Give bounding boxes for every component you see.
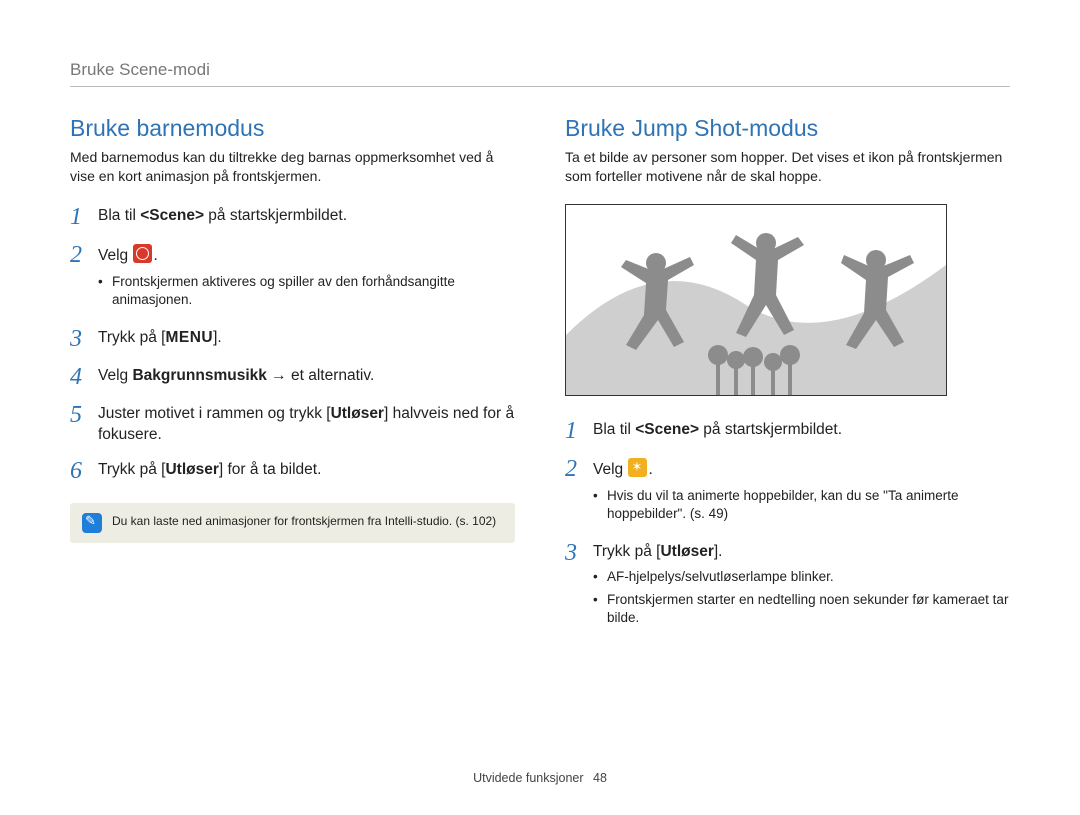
step-5: 5 Juster motivet i rammen og trykk [Utlø… [70, 402, 515, 446]
bullet: AF-hjelpelys/selvutløserlampe blinker. [593, 568, 1010, 586]
text: → et alternativ. [267, 367, 374, 384]
section-title-left: Bruke barnemodus [70, 115, 515, 142]
step-text: Bla til <Scene> på startskjermbildet. [593, 418, 842, 441]
text: Velg [98, 367, 132, 384]
step-text: Velg Bakgrunnsmusikk → et alternativ. [98, 364, 374, 387]
steps-list-right: 1 Bla til <Scene> på startskjermbildet. … [565, 418, 1010, 631]
section-lead-left: Med barnemodus kan du tiltrekke deg barn… [70, 148, 515, 186]
right-column: Bruke Jump Shot-modus Ta et bilde av per… [565, 115, 1010, 643]
step-number: 5 [70, 402, 98, 428]
breadcrumb: Bruke Scene-modi [70, 60, 1010, 80]
section-title-right: Bruke Jump Shot-modus [565, 115, 1010, 142]
text: ]. [213, 329, 222, 346]
steps-list-left: 1 Bla til <Scene> på startskjermbildet. … [70, 204, 515, 485]
text: på startskjermbildet. [699, 421, 842, 438]
text: Velg [98, 247, 132, 264]
step-text: Trykk på [Utløser] for å ta bildet. [98, 458, 321, 481]
step-3: 3 Trykk på [Utløser]. AF-hjelpelys/selvu… [565, 540, 1010, 632]
manual-page: Bruke Scene-modi Bruke barnemodus Med ba… [0, 0, 1080, 643]
text: Juster motivet i rammen og trykk [ [98, 405, 331, 422]
text: Bla til [98, 207, 140, 224]
footer-text: Utvidede funksjoner [473, 771, 583, 785]
text: . [648, 461, 652, 478]
shutter-label: Utløser [165, 461, 218, 478]
page-number: 48 [593, 771, 607, 785]
step-number: 3 [70, 326, 98, 352]
step-number: 1 [565, 418, 593, 444]
section-lead-right: Ta et bilde av personer som hopper. Det … [565, 148, 1010, 186]
step-6: 6 Trykk på [Utløser] for å ta bildet. [70, 458, 515, 484]
note-box: Du kan laste ned animasjoner for frontsk… [70, 503, 515, 543]
shutter-label: Utløser [331, 405, 384, 422]
note-icon [82, 513, 102, 533]
bold-label: Bakgrunnsmusikk [132, 367, 266, 384]
left-column: Bruke barnemodus Med barnemodus kan du t… [70, 115, 515, 643]
scene-label: <Scene> [140, 207, 204, 224]
bullet: Frontskjermen starter en nedtelling noen… [593, 591, 1010, 627]
text: Trykk på [ [98, 329, 165, 346]
step-number: 3 [565, 540, 593, 566]
step-number: 6 [70, 458, 98, 484]
text: ] for å ta bildet. [219, 461, 322, 478]
step-text: Velg . Hvis du vil ta animerte hoppebild… [593, 456, 1010, 527]
jump-shot-icon [628, 458, 647, 477]
bullet: Frontskjermen aktiveres og spiller av de… [98, 273, 515, 309]
step-number: 2 [565, 456, 593, 482]
text: Velg [593, 461, 627, 478]
menu-button-label: MENU [165, 329, 213, 346]
step-2: 2 Velg . Hvis du vil ta animerte hoppebi… [565, 456, 1010, 527]
step-text: Bla til <Scene> på startskjermbildet. [98, 204, 347, 227]
step-number: 2 [70, 242, 98, 268]
shutter-label: Utløser [660, 543, 713, 560]
step-text: Velg . Frontskjermen aktiveres og spille… [98, 242, 515, 313]
step-2: 2 Velg . Frontskjermen aktiveres og spil… [70, 242, 515, 313]
text: på startskjermbildet. [204, 207, 347, 224]
step-3: 3 Trykk på [MENU]. [70, 326, 515, 352]
sub-bullets: Hvis du vil ta animerte hoppebilder, kan… [593, 487, 1010, 523]
text: Trykk på [ [593, 543, 660, 560]
note-text: Du kan laste ned animasjoner for frontsk… [112, 513, 496, 529]
step-1: 1 Bla til <Scene> på startskjermbildet. [565, 418, 1010, 444]
text: Trykk på [ [98, 461, 165, 478]
step-4: 4 Velg Bakgrunnsmusikk → et alternativ. [70, 364, 515, 390]
step-text: Trykk på [MENU]. [98, 326, 222, 349]
jump-shot-illustration [565, 204, 947, 396]
scene-label: <Scene> [635, 421, 699, 438]
step-text: Juster motivet i rammen og trykk [Utløse… [98, 402, 515, 446]
step-number: 4 [70, 364, 98, 390]
content-columns: Bruke barnemodus Med barnemodus kan du t… [70, 115, 1010, 643]
text: . [153, 247, 157, 264]
sub-bullets: Frontskjermen aktiveres og spiller av de… [98, 273, 515, 309]
page-footer: Utvidede funksjoner 48 [0, 771, 1080, 785]
children-mode-icon [133, 244, 152, 263]
divider [70, 86, 1010, 87]
text: Bla til [593, 421, 635, 438]
step-1: 1 Bla til <Scene> på startskjermbildet. [70, 204, 515, 230]
sub-bullets: AF-hjelpelys/selvutløserlampe blinker. F… [593, 568, 1010, 627]
bullet: Hvis du vil ta animerte hoppebilder, kan… [593, 487, 1010, 523]
step-text: Trykk på [Utløser]. AF-hjelpelys/selvutl… [593, 540, 1010, 632]
text: ]. [714, 543, 723, 560]
step-number: 1 [70, 204, 98, 230]
